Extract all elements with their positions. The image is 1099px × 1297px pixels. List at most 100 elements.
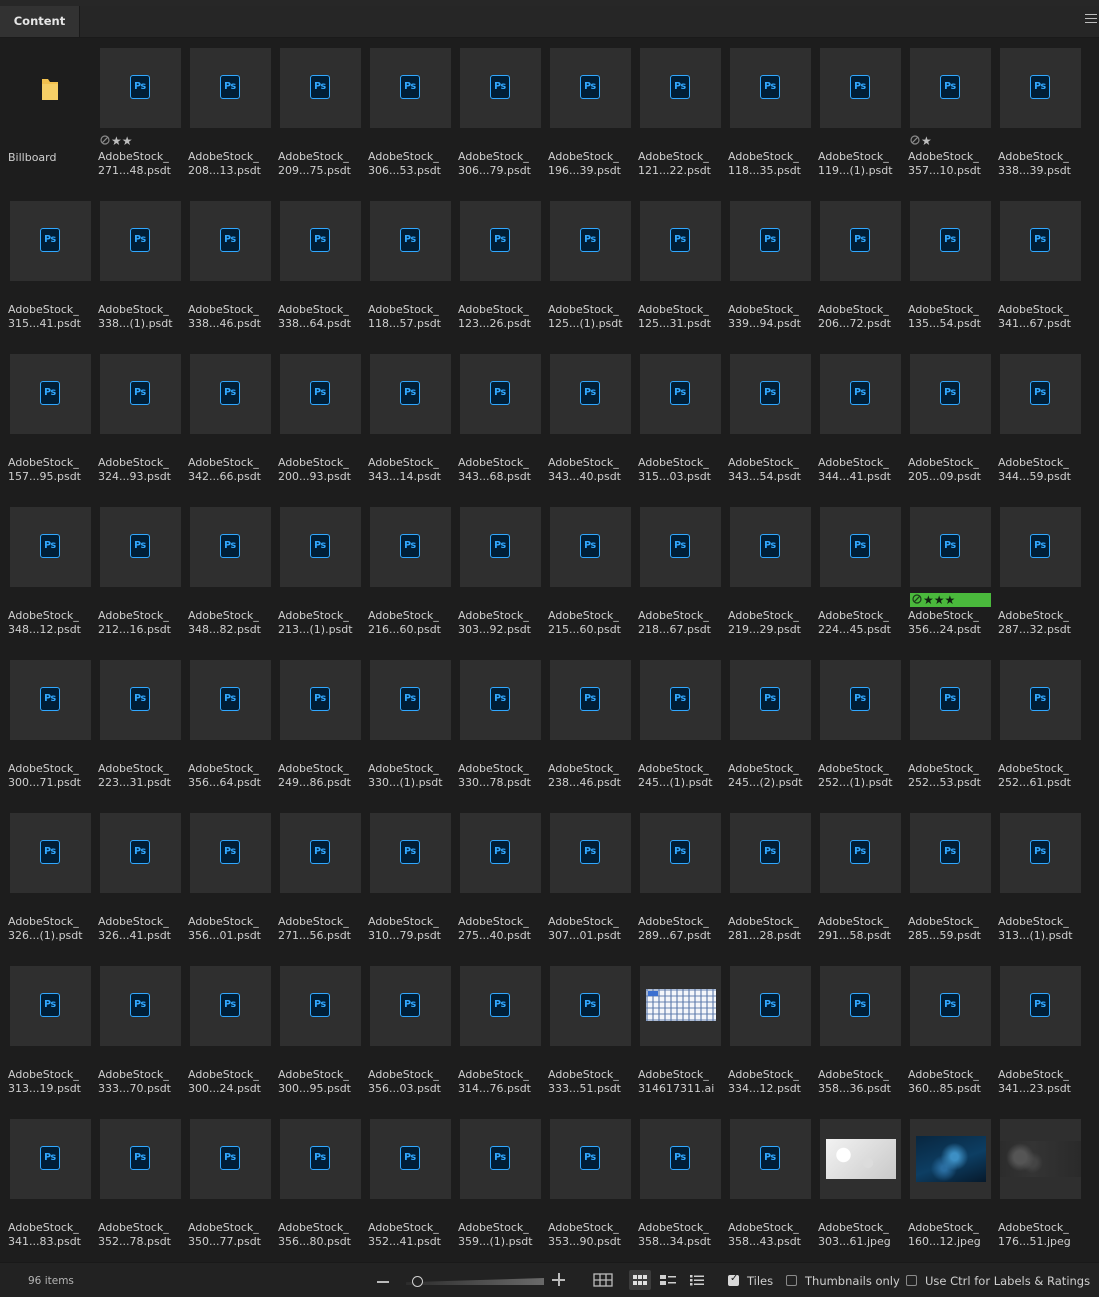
file-tile[interactable]: Ps AdobeStock_ 344...59.psdt xyxy=(998,344,1086,484)
file-tile[interactable]: Ps AdobeStock_ 121...22.psdt xyxy=(638,38,726,178)
file-tile[interactable]: Ps AdobeStock_ 245...(1).psdt xyxy=(638,650,726,790)
file-tile[interactable]: Ps AdobeStock_ 356...03.psdt xyxy=(368,956,456,1096)
file-tile[interactable]: Ps AdobeStock_ 341...23.psdt xyxy=(998,956,1086,1096)
thumbnail[interactable]: Ps xyxy=(280,660,361,740)
thumbnail[interactable]: Ps xyxy=(280,1119,361,1199)
rating-stars[interactable]: ★★ xyxy=(100,134,133,148)
thumbnail[interactable]: Ps xyxy=(190,48,271,128)
file-tile[interactable]: Ps AdobeStock_ 339...94.psdt xyxy=(728,191,816,331)
file-tile[interactable]: AdobeStock_ 303...61.jpeg xyxy=(818,1109,906,1249)
thumbnail[interactable]: Ps xyxy=(910,201,991,281)
file-tile[interactable]: Ps AdobeStock_ 135...54.psdt xyxy=(908,191,996,331)
rating-stars[interactable]: ★★★ xyxy=(910,593,991,607)
file-tile[interactable]: AdobeStock_ 160...12.jpeg xyxy=(908,1109,996,1249)
thumbnail[interactable]: Ps xyxy=(370,813,451,893)
thumbnail[interactable]: Ps xyxy=(730,48,811,128)
thumbnail[interactable]: Ps xyxy=(10,507,91,587)
file-tile[interactable]: Ps AdobeStock_ 343...40.psdt xyxy=(548,344,636,484)
thumbnail[interactable]: Ps xyxy=(820,813,901,893)
thumbnail[interactable]: Ps xyxy=(100,201,181,281)
thumbnail[interactable]: Ps xyxy=(1000,813,1081,893)
file-tile[interactable]: AdobeStock_ 314617311.ai xyxy=(638,956,726,1096)
thumbnail[interactable]: Ps xyxy=(280,813,361,893)
file-tile[interactable]: Ps AdobeStock_ 196...39.psdt xyxy=(548,38,636,178)
thumbnail[interactable]: Ps xyxy=(100,813,181,893)
file-tile[interactable]: Ps AdobeStock_ 209...75.psdt xyxy=(278,38,366,178)
file-tile[interactable]: Ps AdobeStock_ 313...(1).psdt xyxy=(998,803,1086,943)
file-tile[interactable]: Ps AdobeStock_ 356...01.psdt xyxy=(188,803,276,943)
thumbnail[interactable]: Ps xyxy=(730,201,811,281)
file-tile[interactable]: Ps AdobeStock_ 358...43.psdt xyxy=(728,1109,816,1249)
thumbnail[interactable]: Ps xyxy=(190,354,271,434)
folder-tile[interactable]: Billboard xyxy=(8,38,96,178)
file-tile[interactable]: Ps AdobeStock_ 252...(1).psdt xyxy=(818,650,906,790)
thumbnail[interactable]: Ps xyxy=(190,813,271,893)
file-tile[interactable]: Ps AdobeStock_ 224...45.psdt xyxy=(818,497,906,637)
thumbnail[interactable]: Ps xyxy=(730,354,811,434)
thumbnail[interactable]: Ps xyxy=(460,813,541,893)
file-tile[interactable]: Ps AdobeStock_ 350...77.psdt xyxy=(188,1109,276,1249)
file-tile[interactable]: Ps AdobeStock_ 334...12.psdt xyxy=(728,956,816,1096)
thumbnail[interactable]: Ps xyxy=(640,507,721,587)
file-tile[interactable]: Ps AdobeStock_ 326...(1).psdt xyxy=(8,803,96,943)
file-tile[interactable]: Ps AdobeStock_ 205...09.psdt xyxy=(908,344,996,484)
thumbnail[interactable]: Ps xyxy=(640,48,721,128)
file-tile[interactable]: Ps AdobeStock_ 218...67.psdt xyxy=(638,497,726,637)
thumbnail[interactable]: Ps xyxy=(1000,48,1081,128)
thumbnail[interactable]: Ps xyxy=(820,507,901,587)
thumbnail[interactable]: Ps xyxy=(370,966,451,1046)
file-tile[interactable]: Ps AdobeStock_ 360...85.psdt xyxy=(908,956,996,1096)
thumbnail[interactable]: Ps xyxy=(10,660,91,740)
view-details-button[interactable] xyxy=(657,1270,679,1290)
thumbnail[interactable]: Ps xyxy=(100,660,181,740)
file-tile[interactable]: Ps AdobeStock_ 353...90.psdt xyxy=(548,1109,636,1249)
panel-menu-icon[interactable] xyxy=(1085,14,1097,28)
file-tile[interactable]: Ps AdobeStock_ 275...40.psdt xyxy=(458,803,546,943)
thumbnail[interactable]: Ps xyxy=(550,1119,631,1199)
thumbnail[interactable]: Ps xyxy=(550,354,631,434)
file-tile[interactable]: Ps AdobeStock_ 289...67.psdt xyxy=(638,803,726,943)
thumbnail[interactable]: Ps xyxy=(370,660,451,740)
thumbnail[interactable]: Ps xyxy=(1000,354,1081,434)
file-tile[interactable]: AdobeStock_ 176...51.jpeg xyxy=(998,1109,1086,1249)
thumbnail[interactable]: Ps xyxy=(640,1119,721,1199)
file-tile[interactable]: Ps AdobeStock_ 342...66.psdt xyxy=(188,344,276,484)
thumbnail[interactable]: Ps xyxy=(460,660,541,740)
file-tile[interactable]: Ps AdobeStock_ 343...54.psdt xyxy=(728,344,816,484)
thumbnail[interactable]: Ps xyxy=(550,966,631,1046)
file-tile[interactable]: Ps AdobeStock_ 338...(1).psdt xyxy=(98,191,186,331)
thumbnail[interactable]: Ps xyxy=(370,201,451,281)
slider-knob[interactable] xyxy=(411,1276,423,1287)
thumbnail[interactable]: Ps xyxy=(460,966,541,1046)
file-tile[interactable]: Ps AdobeStock_ 333...70.psdt xyxy=(98,956,186,1096)
file-tile[interactable]: Ps AdobeStock_ 118...57.psdt xyxy=(368,191,456,331)
view-list-button[interactable] xyxy=(686,1270,708,1290)
zoom-in-icon[interactable] xyxy=(552,1273,565,1286)
thumbnail[interactable]: Ps xyxy=(1000,966,1081,1046)
file-tile[interactable]: Ps AdobeStock_ 358...36.psdt xyxy=(818,956,906,1096)
file-tile[interactable]: Ps AdobeStock_ 314...76.psdt xyxy=(458,956,546,1096)
file-tile[interactable]: Ps AdobeStock_ 356...80.psdt xyxy=(278,1109,366,1249)
file-tile[interactable]: Ps AdobeStock_ 358...34.psdt xyxy=(638,1109,726,1249)
file-tile[interactable]: Ps AdobeStock_ 306...79.psdt xyxy=(458,38,546,178)
thumbnail[interactable]: Ps xyxy=(190,201,271,281)
file-tile[interactable]: Ps AdobeStock_ 324...93.psdt xyxy=(98,344,186,484)
file-tile[interactable]: Ps AdobeStock_ 348...12.psdt xyxy=(8,497,96,637)
thumbnail[interactable]: Ps xyxy=(820,354,901,434)
file-tile[interactable]: Ps AdobeStock_ 252...53.psdt xyxy=(908,650,996,790)
thumbnail[interactable]: Ps xyxy=(640,354,721,434)
rating-stars[interactable]: ★ xyxy=(910,134,932,148)
thumbnail[interactable]: Ps xyxy=(910,966,991,1046)
file-tile[interactable]: Ps AdobeStock_ 300...71.psdt xyxy=(8,650,96,790)
file-tile[interactable]: Ps AdobeStock_ 343...68.psdt xyxy=(458,344,546,484)
file-tile[interactable]: Ps AdobeStock_ 344...41.psdt xyxy=(818,344,906,484)
file-tile[interactable]: Ps AdobeStock_ 341...83.psdt xyxy=(8,1109,96,1249)
file-tile[interactable]: Ps AdobeStock_ 300...24.psdt xyxy=(188,956,276,1096)
file-tile[interactable]: Ps AdobeStock_ 252...61.psdt xyxy=(998,650,1086,790)
file-tile[interactable]: Ps AdobeStock_ 330...(1).psdt xyxy=(368,650,456,790)
file-tile[interactable]: Ps AdobeStock_ 125...31.psdt xyxy=(638,191,726,331)
thumbnails-only-checkbox[interactable] xyxy=(786,1275,797,1286)
thumbnail[interactable]: Ps xyxy=(100,48,181,128)
thumbnail[interactable]: Ps xyxy=(730,966,811,1046)
thumbnail[interactable]: Ps xyxy=(910,507,991,587)
